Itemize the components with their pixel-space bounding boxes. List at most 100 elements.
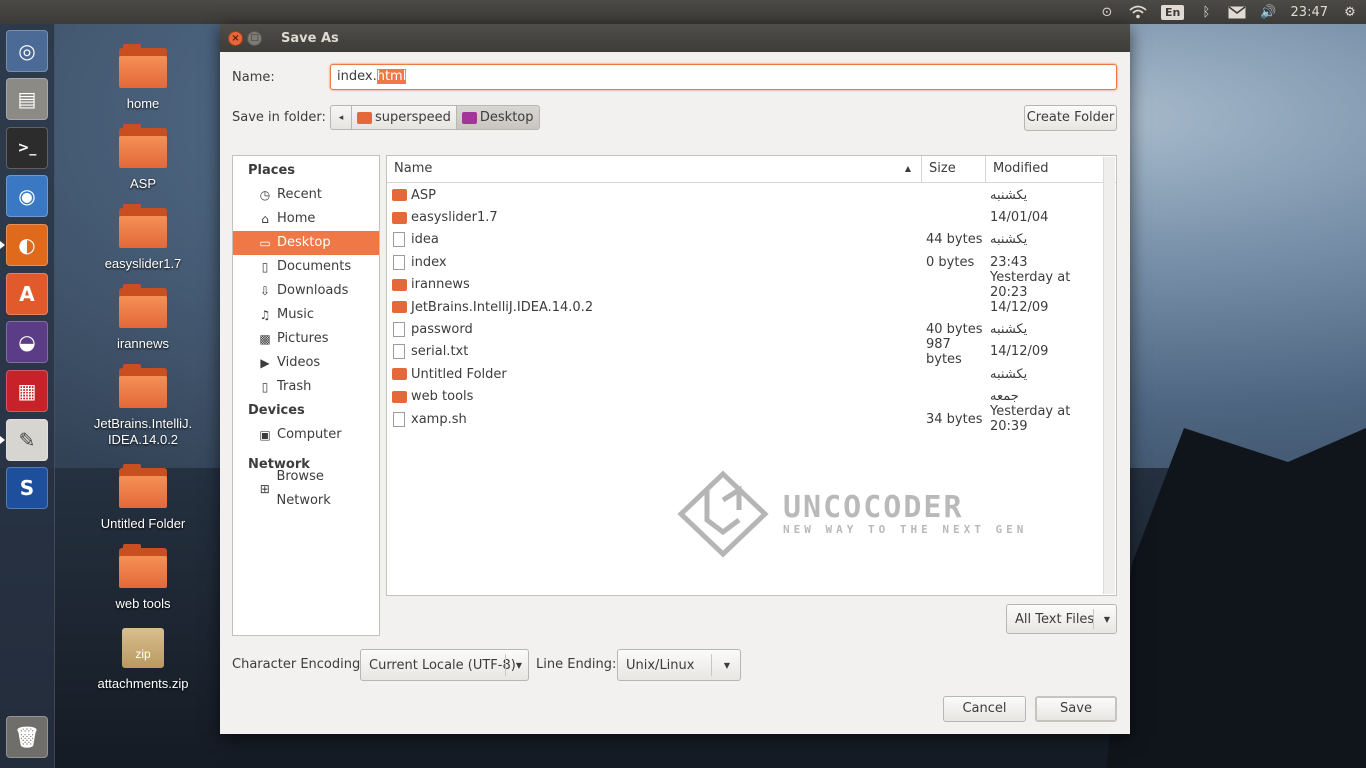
file-modified: یکشنبه <box>990 232 1028 248</box>
trash-icon[interactable]: 🗑 <box>6 716 48 758</box>
file-name: easyslider1.7 <box>411 210 498 226</box>
desktop-icon-label: attachments.zip <box>97 676 189 691</box>
cancel-button[interactable]: Cancel <box>943 696 1026 722</box>
filename-base: index. <box>337 69 377 84</box>
clock[interactable]: 23:47 <box>1291 0 1328 24</box>
folder-icon <box>119 284 167 328</box>
sidebar-item-trash[interactable]: ▯ Trash <box>233 375 379 399</box>
text-editor-icon[interactable]: ✎ <box>6 419 48 461</box>
desktop-icon[interactable]: easyslider1.7 <box>72 204 214 272</box>
ubuntu-one-icon[interactable]: ⊙ <box>1099 0 1115 24</box>
line-ending-select[interactable]: Unix/Linux ▼ <box>617 649 741 681</box>
sidebar-item-desktop[interactable]: ▭ Desktop <box>233 231 379 255</box>
folder-icon <box>392 278 407 291</box>
file-name: xamp.sh <box>411 411 467 427</box>
file-row[interactable]: serial.txt 987 bytes 14/12/09 <box>387 337 1116 367</box>
sidebar-item-documents[interactable]: ▯ Documents <box>233 255 379 279</box>
file-row[interactable]: xamp.sh 34 bytes Yesterday at 20:39 <box>387 404 1116 434</box>
file-row[interactable]: Untitled Folder یکشنبه <box>387 363 1116 385</box>
file-name: idea <box>411 232 439 248</box>
desktop-icon[interactable]: ASP <box>72 124 214 192</box>
sidebar-item-recent[interactable]: ◷ Recent <box>233 183 379 207</box>
eclipse-icon[interactable]: ◒ <box>6 321 48 363</box>
volume-icon[interactable]: 🔊 <box>1260 0 1276 24</box>
keyboard-layout-indicator[interactable]: En <box>1160 0 1185 24</box>
desktop-icon[interactable]: irannews <box>72 284 214 352</box>
desktop-icon[interactable]: zip attachments.zip <box>72 628 214 692</box>
close-icon[interactable]: × <box>228 30 243 46</box>
desktop-icon[interactable]: home <box>72 44 214 112</box>
app-blue-icon[interactable]: S <box>6 467 48 509</box>
sidebar-item-browse-network[interactable]: ⊞ Browse Network <box>233 469 379 508</box>
file-row[interactable]: JetBrains.IntelliJ.IDEA.14.0.2 14/12/09 <box>387 296 1116 318</box>
software-center-icon[interactable]: A <box>6 273 48 315</box>
sidebar-item-pictures[interactable]: ▩ Pictures <box>233 327 379 351</box>
clock-icon: ◷ <box>259 188 271 202</box>
sort-ascending-icon: ▲ <box>904 164 911 173</box>
places-sidebar: Places ◷ Recent ⌂ Home ▭ Desktop ▯ Documents ⇩ Do… <box>232 155 380 636</box>
firefox-icon[interactable]: ◐ <box>6 224 48 266</box>
bluetooth-icon[interactable]: ᛒ <box>1198 0 1214 24</box>
running-indicator <box>0 241 5 249</box>
file-size: 40 bytes <box>926 322 983 338</box>
filename-input[interactable]: index.html <box>330 64 1117 90</box>
watermark-text: UNCOCODER NEW WAY TO THE NEXT GEN <box>783 489 1028 536</box>
desktop-icon-label: ASP <box>129 176 156 191</box>
network-icon: ⊞ <box>259 482 270 496</box>
watermark-subtitle: NEW WAY TO THE NEXT GEN <box>783 522 1028 536</box>
folder-icon <box>357 111 372 124</box>
file-list-header: Name ▲ Size Modified <box>387 156 1116 183</box>
files-icon[interactable]: ▤ <box>6 78 48 120</box>
file-name: password <box>411 322 473 338</box>
maximize-icon[interactable]: □ <box>247 30 262 46</box>
folder-icon <box>119 544 167 588</box>
file-size: 34 bytes <box>926 411 983 427</box>
sidebar-item-music[interactable]: ♫ Music <box>233 303 379 327</box>
file-size: 44 bytes <box>926 232 983 248</box>
sidebar-item-downloads[interactable]: ⇩ Downloads <box>233 279 379 303</box>
breadcrumb-back-arrow[interactable]: ◂ <box>330 105 352 130</box>
column-header-size[interactable]: Size <box>922 156 986 182</box>
download-icon: ⇩ <box>259 284 271 298</box>
mail-icon[interactable] <box>1228 0 1246 24</box>
app-red-icon[interactable]: ▦ <box>6 370 48 412</box>
desktop-icon[interactable]: web tools <box>72 544 214 612</box>
file-modified: 14/12/09 <box>990 299 1049 315</box>
watermark: UNCOCODER NEW WAY TO THE NEXT GEN <box>677 470 1027 558</box>
sidebar-item-label: Documents <box>277 259 352 274</box>
file-row[interactable]: password 40 bytes یکشنبه <box>387 318 1116 340</box>
file-row[interactable]: ASP یکشنبه <box>387 184 1116 206</box>
breadcrumb-desktop[interactable]: Desktop <box>455 105 540 130</box>
folder-icon <box>119 464 167 508</box>
sidebar-item-computer[interactable]: ▣ Computer <box>233 423 379 447</box>
file-name: Untitled Folder <box>411 366 507 382</box>
column-header-modified[interactable]: Modified <box>986 156 1104 182</box>
desktop-icon[interactable]: Untitled Folder <box>72 464 214 532</box>
wifi-icon[interactable] <box>1129 0 1147 24</box>
file-name-cell: Untitled Folder <box>387 367 922 382</box>
save-in-folder-label: Save in folder: <box>232 110 326 125</box>
watermark-title: UNCOCODER <box>783 489 964 525</box>
file-modified: یکشنبه <box>990 366 1028 382</box>
filename-extension-selected: html <box>376 69 407 84</box>
desktop-icon-label: web tools <box>115 596 171 611</box>
file-list-scrollbar[interactable] <box>1103 157 1115 594</box>
desktop-icon[interactable]: JetBrains.IntelliJ. IDEA.14.0.2 <box>72 364 214 448</box>
create-folder-button[interactable]: Create Folder <box>1024 105 1117 131</box>
sidebar-item-home[interactable]: ⌂ Home <box>233 207 379 231</box>
file-row[interactable]: easyslider1.7 14/01/04 <box>387 206 1116 228</box>
terminal-icon[interactable]: >_ <box>6 127 48 169</box>
chromium-icon[interactable]: ◉ <box>6 175 48 217</box>
gear-icon[interactable]: ⚙ <box>1342 0 1358 24</box>
sidebar-item-videos[interactable]: ▶ Videos <box>233 351 379 375</box>
breadcrumb-superspeed[interactable]: superspeed <box>351 105 457 130</box>
column-header-name[interactable]: Name ▲ <box>387 156 922 182</box>
save-button[interactable]: Save <box>1035 696 1117 722</box>
dash-home-icon[interactable]: ◎ <box>6 30 48 72</box>
file-type-filter[interactable]: All Text Files ▼ <box>1006 604 1117 634</box>
character-encoding-select[interactable]: Current Locale (UTF-8) ▼ <box>360 649 529 681</box>
line-ending-label: Line Ending: <box>536 657 617 672</box>
places-header: Places <box>248 163 296 178</box>
file-row[interactable]: idea 44 bytes یکشنبه <box>387 229 1116 251</box>
file-row[interactable]: irannews Yesterday at 20:23 <box>387 270 1116 300</box>
